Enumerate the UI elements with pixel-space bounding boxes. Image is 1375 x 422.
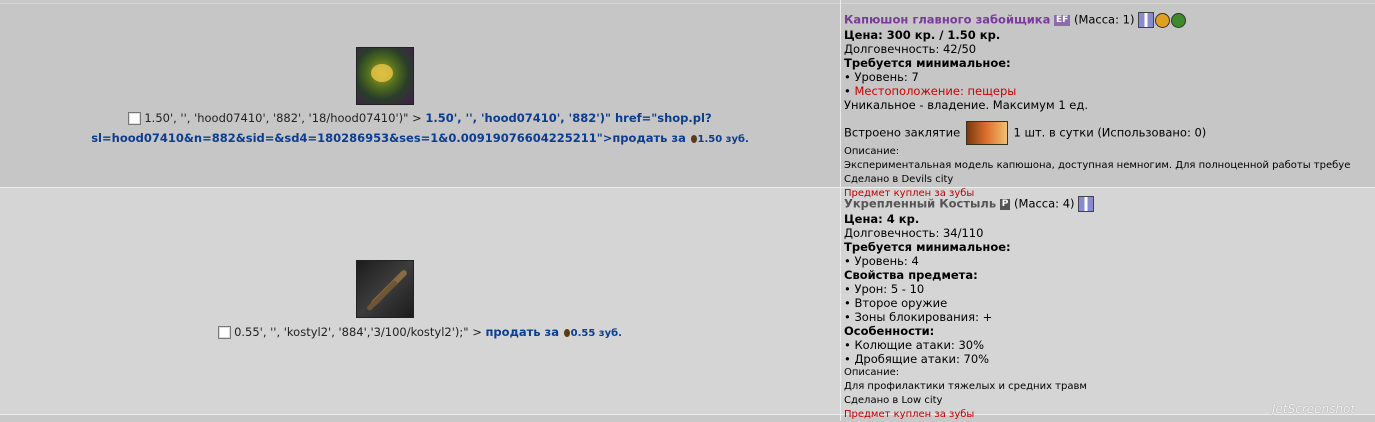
- property-block-zones: • Зоны блокирования: +: [844, 310, 993, 324]
- requirements-title: Требуется минимальное:: [844, 56, 1011, 70]
- hood-item-image[interactable]: [356, 47, 414, 105]
- green-emblem-icon: [1171, 12, 1187, 28]
- column-divider: [840, 0, 841, 421]
- crutch-item-image[interactable]: [356, 260, 414, 318]
- item-durability: Долговечность: 34/110: [844, 226, 984, 240]
- item-tag-p: P: [999, 198, 1011, 210]
- sell-line-hood: 1.50', '', 'hood07410', '882', '18/hood0…: [0, 111, 840, 125]
- sell-link-part1[interactable]: 1.50', '', 'hood07410', '882')" href="sh…: [425, 111, 711, 125]
- requirement-level: • Уровень: 4: [844, 254, 919, 268]
- gift-icon: [1078, 196, 1095, 212]
- property-second-weapon: • Второе оружие: [844, 296, 948, 310]
- spell-suffix: 1 шт. в сутки (Использовано: 0): [1013, 125, 1207, 140]
- item-price: Цена: 4 кр.: [844, 212, 920, 226]
- description-title: Описание:: [844, 146, 900, 157]
- feature-crushing: • Дробящие атаки: 70%: [844, 352, 990, 366]
- coin-icon: [690, 134, 697, 143]
- sell-link-line-hood[interactable]: sl=hood07410&n=882&sid=&sd4=180286953&se…: [0, 131, 840, 145]
- sell-link-crutch[interactable]: продать за: [485, 325, 559, 339]
- item-tag-ef: EF: [1054, 14, 1071, 26]
- item-details-crutch: Укрепленный Костыль P (Масса: 4) Цена: 4…: [844, 196, 1375, 422]
- spell-prefix: Встроено заклятие: [844, 125, 961, 140]
- item-price: Цена: 300 кр. / 1.50 кр.: [844, 28, 1001, 42]
- requirements-title: Требуется минимальное:: [844, 240, 1011, 254]
- property-damage: • Урон: 5 - 10: [844, 282, 925, 296]
- made-in: Сделано в Devils city: [844, 174, 954, 185]
- item-details-hood: Капюшон главного забойщика EF (Масса: 1)…: [844, 12, 1375, 201]
- description-text: Экспериментальная модель капюшона, досту…: [844, 160, 1351, 171]
- requirement-location: • Местоположение: пещеры: [844, 84, 1375, 98]
- location-text: Местоположение: пещеры: [854, 84, 1017, 98]
- sell-raw-text: 1.50', '', 'hood07410', '882', '18/hood0…: [144, 111, 426, 125]
- description-text: Для профилактики тяжелых и средних травм: [844, 381, 1087, 392]
- spell-line: Встроено заклятие 1 шт. в сутки (Использ…: [844, 121, 1375, 145]
- coin-icon: [563, 328, 570, 337]
- properties-title: Свойства предмета:: [844, 268, 978, 282]
- requirement-level: • Уровень: 7: [844, 70, 919, 84]
- item-mass: (Масса: 4): [1014, 196, 1075, 211]
- select-checkbox-crutch[interactable]: [218, 326, 232, 339]
- watermark: JetScreenshot: [1272, 402, 1356, 416]
- sell-line-crutch: 0.55', '', 'kostyl2', '884','3/100/kosty…: [0, 325, 840, 339]
- description-title: Описание:: [844, 367, 900, 378]
- sell-price-hood[interactable]: 1.50 зуб.: [698, 134, 749, 145]
- item-durability: Долговечность: 42/50: [844, 42, 977, 56]
- sell-link-hood[interactable]: sl=hood07410&n=882&sid=&sd4=180286953&se…: [91, 131, 686, 145]
- select-checkbox-hood[interactable]: [128, 112, 142, 125]
- bullet: •: [844, 84, 855, 98]
- yellow-emblem-icon: [1155, 12, 1171, 28]
- fire-spell-icon[interactable]: [965, 121, 1008, 145]
- gift-icon: [1138, 12, 1155, 28]
- top-border: [0, 0, 1375, 3]
- sell-price-crutch[interactable]: 0.55 зуб.: [571, 328, 622, 339]
- sell-raw-text: 0.55', '', 'kostyl2', '884','3/100/kosty…: [234, 325, 486, 339]
- item-mass: (Масса: 1): [1073, 12, 1135, 27]
- item-name-crutch[interactable]: Укрепленный Костыль: [844, 197, 996, 211]
- feature-piercing: • Колющие атаки: 30%: [844, 338, 985, 352]
- features-title: Особенности:: [844, 324, 935, 338]
- unique-note: Уникальное - владение. Максимум 1 ед.: [844, 98, 1088, 112]
- item-name-hood[interactable]: Капюшон главного забойщика: [844, 13, 1050, 27]
